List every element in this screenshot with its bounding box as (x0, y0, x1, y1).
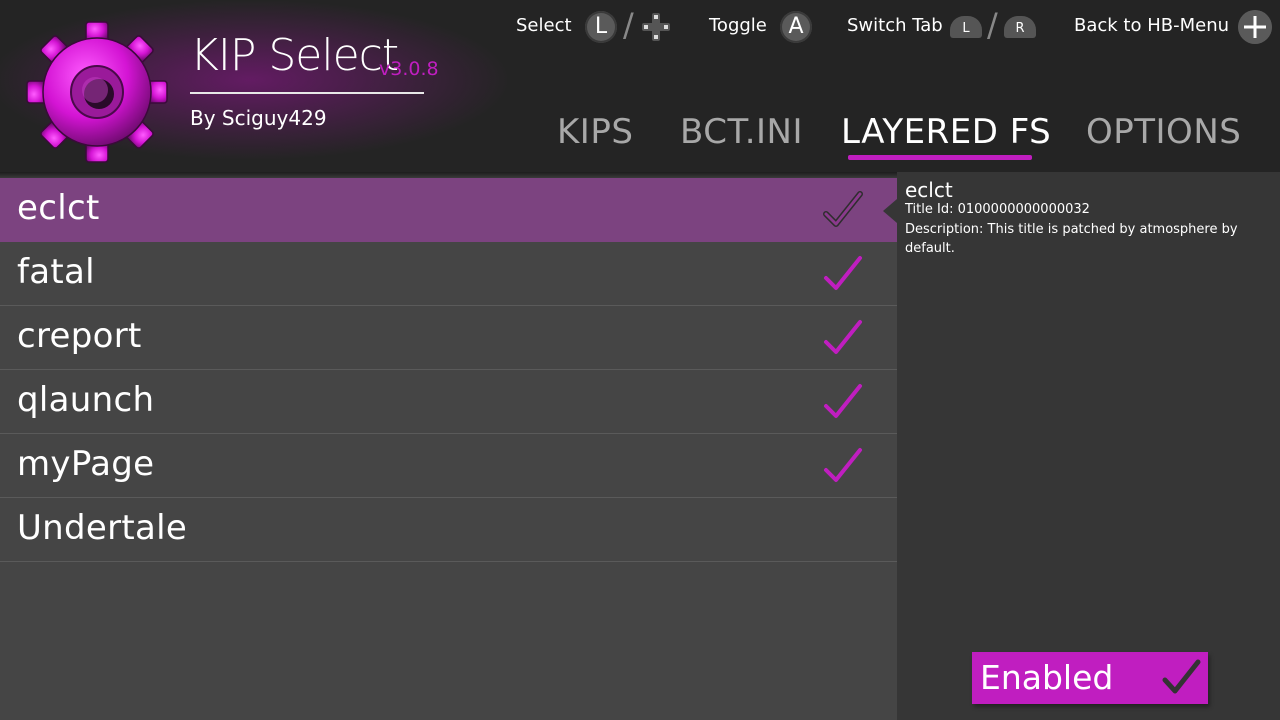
app-title: KIP Select (190, 30, 399, 81)
list-item[interactable]: myPage (0, 434, 897, 498)
hint-switch-tab-label: Switch Tab (847, 15, 943, 36)
l-bumper-icon: L (950, 16, 982, 38)
title-divider (190, 92, 424, 94)
tab-options[interactable]: OPTIONS (1086, 112, 1241, 152)
title-list: eclct fatal creport qlaunch myPage Under… (0, 178, 897, 562)
hint-toggle-label: Toggle (709, 15, 767, 36)
hint-separator: / (623, 6, 634, 44)
list-item[interactable]: fatal (0, 242, 897, 306)
tab-kips[interactable]: KIPS (557, 112, 633, 152)
check-icon (824, 384, 862, 418)
r-bumper-icon: R (1004, 16, 1036, 38)
check-icon (824, 256, 862, 290)
list-item-name: qlaunch (17, 380, 155, 420)
app-author: By Sciguy429 (190, 106, 327, 130)
check-icon (824, 448, 862, 482)
detail-title-id: Title Id: 0100000000000032 (905, 202, 1090, 217)
tab-layered-fs[interactable]: LAYERED FS (841, 112, 1051, 152)
detail-description: Description: This title is patched by at… (905, 222, 1238, 256)
detail-title-name: eclct (905, 178, 953, 202)
hint-separator: / (987, 6, 998, 44)
detail-pane: eclct Title Id: 0100000000000032 Descrip… (897, 172, 1280, 720)
list-item-name: creport (17, 316, 142, 356)
a-button-icon: A (780, 11, 812, 43)
enabled-label: Enabled (980, 658, 1114, 697)
list-item[interactable]: eclct (0, 178, 897, 242)
list-item-name: eclct (17, 188, 100, 228)
app-version: v3.0.8 (379, 58, 439, 80)
hint-back-label: Back to HB-Menu (1074, 15, 1230, 36)
header: KIP Select v3.0.8 By Sciguy429 Select L … (0, 0, 1280, 172)
app-root: KIP Select v3.0.8 By Sciguy429 Select L … (0, 0, 1280, 720)
plus-button-icon (1238, 10, 1272, 44)
list-item[interactable]: Undertale (0, 498, 897, 562)
enabled-toggle-button[interactable]: Enabled (972, 652, 1208, 704)
list-item[interactable]: qlaunch (0, 370, 897, 434)
list-item-name: fatal (17, 252, 95, 292)
hint-select-label: Select (516, 15, 572, 36)
check-icon (823, 191, 863, 227)
active-tab-indicator (848, 155, 1032, 160)
check-icon (1162, 659, 1201, 694)
tab-bct-ini[interactable]: BCT.INI (680, 112, 803, 152)
selection-pointer (883, 199, 897, 223)
check-icon (824, 320, 862, 354)
l-stick-icon: L (585, 11, 617, 43)
gear-logo-icon (26, 21, 168, 163)
list-item-name: Undertale (17, 508, 188, 548)
list-item[interactable]: creport (0, 306, 897, 370)
list-item-name: myPage (17, 444, 155, 484)
dpad-icon (642, 13, 670, 41)
